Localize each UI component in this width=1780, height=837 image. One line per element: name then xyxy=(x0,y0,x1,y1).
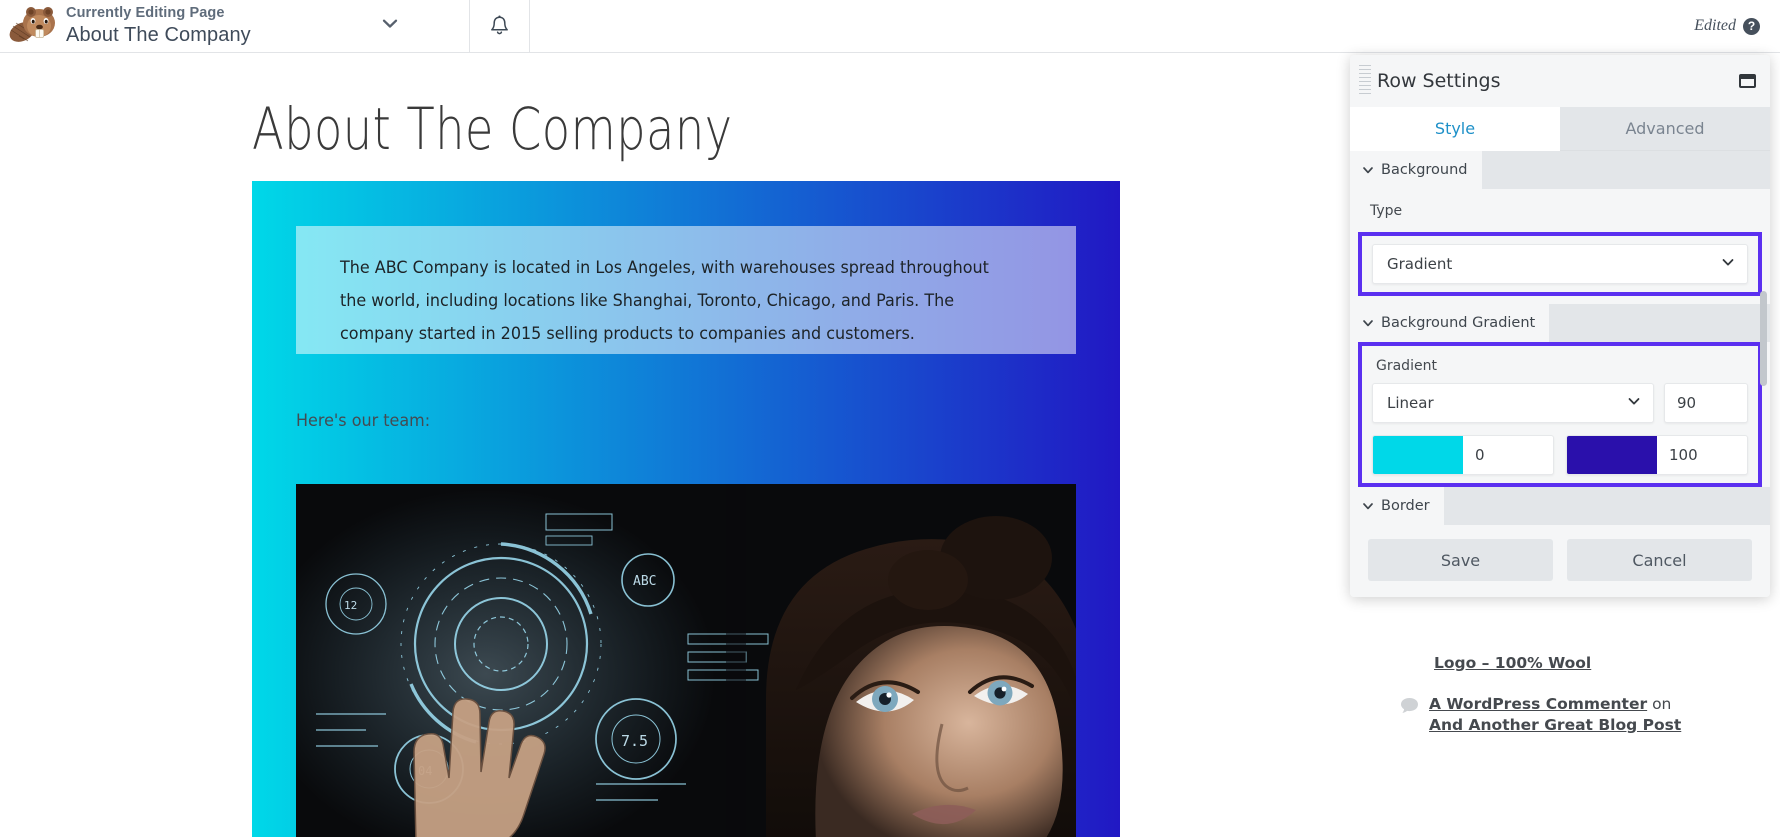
tab-advanced[interactable]: Advanced xyxy=(1560,107,1770,151)
editor-top-bar: Currently Editing Page About The Company… xyxy=(0,0,1780,53)
comment-bubble-icon xyxy=(1400,697,1419,718)
chevron-down-icon xyxy=(1362,164,1374,176)
highlight-box-type: Gradient xyxy=(1358,232,1762,296)
gradient-stop-1: 0 xyxy=(1372,435,1554,475)
color-swatch-start[interactable] xyxy=(1373,436,1463,474)
window-toggle-icon[interactable] xyxy=(1739,74,1756,88)
section-header-background[interactable]: Background xyxy=(1350,151,1770,189)
topbar-status-group: Edited ? xyxy=(1694,0,1780,52)
panel-scrollbar-thumb[interactable] xyxy=(1760,291,1767,386)
editing-context-label: Currently Editing Page xyxy=(66,5,225,22)
panel-title: Row Settings xyxy=(1377,70,1501,92)
field-background-type: Type xyxy=(1350,189,1770,232)
gradient-stop-2: 100 xyxy=(1566,435,1748,475)
gradient-stop-2-position[interactable]: 100 xyxy=(1657,436,1747,474)
highlight-box-gradient: Gradient Linear 90 0 100 xyxy=(1358,342,1762,487)
chevron-down-icon xyxy=(1362,500,1374,512)
notification-bell-icon[interactable] xyxy=(470,0,530,52)
save-button[interactable]: Save xyxy=(1368,539,1553,581)
edited-status-label: Edited xyxy=(1694,17,1736,34)
panel-body: Background Type Gradient Background Grad… xyxy=(1350,151,1770,525)
page-heading: About The Company xyxy=(252,95,733,163)
section-header-background-gradient[interactable]: Background Gradient xyxy=(1350,304,1770,342)
gradient-angle-value: 90 xyxy=(1677,394,1697,412)
select-gradient-type[interactable]: Linear xyxy=(1372,383,1654,423)
team-photo[interactable]: ABC 7.5 04 12 xyxy=(296,484,1076,837)
sidebar-widget-text: Logo – 100% Wool A WordPress Commenter o… xyxy=(1376,653,1706,736)
select-gradient-type-value: Linear xyxy=(1387,394,1434,412)
label-gradient: Gradient xyxy=(1376,358,1437,374)
row-settings-panel: Row Settings Style Advanced Background T… xyxy=(1350,55,1770,597)
commenter-link[interactable]: A WordPress Commenter xyxy=(1429,695,1647,713)
input-gradient-angle[interactable]: 90 xyxy=(1664,383,1748,423)
label-type: Type xyxy=(1370,203,1403,219)
color-swatch-end[interactable] xyxy=(1567,436,1657,474)
section-label-background: Background xyxy=(1381,162,1468,178)
chevron-down-icon[interactable] xyxy=(379,13,401,40)
gradient-stop-1-position[interactable]: 0 xyxy=(1463,436,1553,474)
comment-post-link[interactable]: And Another Great Blog Post xyxy=(1429,716,1681,734)
select-background-type-value: Gradient xyxy=(1387,255,1453,273)
intro-text-box[interactable]: The ABC Company is located in Los Angele… xyxy=(296,226,1076,354)
chevron-down-icon xyxy=(1362,317,1374,329)
section-label-border: Border xyxy=(1381,498,1430,514)
beaver-builder-logo xyxy=(8,6,60,46)
product-link[interactable]: Logo – 100% Wool xyxy=(1434,654,1591,672)
editing-page-indicator[interactable]: Currently Editing Page About The Company xyxy=(0,0,470,52)
team-label: Here's our team: xyxy=(296,411,431,431)
svg-text:7.5: 7.5 xyxy=(621,732,648,750)
select-background-type[interactable]: Gradient xyxy=(1372,244,1748,284)
cancel-button[interactable]: Cancel xyxy=(1567,539,1752,581)
svg-text:12: 12 xyxy=(344,599,357,612)
chevron-down-icon xyxy=(1721,255,1735,273)
section-header-border[interactable]: Border xyxy=(1350,487,1770,525)
intro-paragraph: The ABC Company is located in Los Angele… xyxy=(340,258,989,344)
section-label-background-gradient: Background Gradient xyxy=(1381,315,1536,331)
recent-comment-item: A WordPress Commenter on And Another Gre… xyxy=(1376,694,1706,736)
drag-grip-icon[interactable] xyxy=(1359,65,1371,97)
panel-header-actions xyxy=(1739,74,1756,88)
gradient-stops-row: 0 100 xyxy=(1372,435,1748,475)
panel-header: Row Settings xyxy=(1350,55,1770,107)
svg-text:ABC: ABC xyxy=(633,574,656,589)
gradient-row-block[interactable]: The ABC Company is located in Los Angele… xyxy=(252,181,1120,837)
tab-style[interactable]: Style xyxy=(1350,107,1560,151)
comment-on-word: on xyxy=(1652,695,1672,713)
panel-footer: Save Cancel xyxy=(1350,525,1770,597)
panel-tabs: Style Advanced xyxy=(1350,107,1770,151)
chevron-down-icon xyxy=(1627,394,1641,412)
panel-scrollbar[interactable] xyxy=(1760,291,1767,526)
help-question-icon[interactable]: ? xyxy=(1743,17,1760,35)
page-title: About The Company xyxy=(66,23,251,46)
gradient-type-row: Linear 90 xyxy=(1372,383,1748,423)
